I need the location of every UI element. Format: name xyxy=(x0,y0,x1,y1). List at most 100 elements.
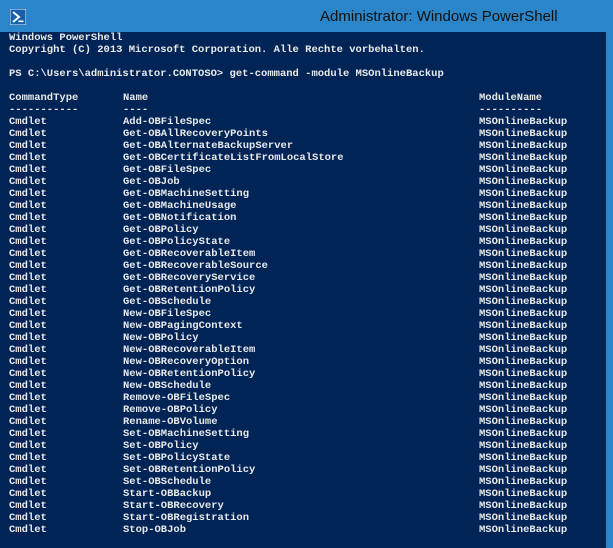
cell-name: Get-OBMachineUsage xyxy=(123,200,237,212)
cell-commandtype: Cmdlet xyxy=(9,428,47,440)
cell-modulename: MSOnlineBackup xyxy=(479,236,568,248)
cell-commandtype: Cmdlet xyxy=(9,464,47,476)
table-row: Cmdlet Set-OBPolicyState MSOnlineBackup xyxy=(0,452,606,464)
console-output[interactable]: Windows PowerShell Copyright (C) 2013 Mi… xyxy=(0,32,606,548)
cell-name: New-OBFileSpec xyxy=(123,308,212,320)
cell-modulename: MSOnlineBackup xyxy=(479,392,568,404)
table-row: Cmdlet Set-OBPolicy MSOnlineBackup xyxy=(0,440,606,452)
cell-modulename: MSOnlineBackup xyxy=(479,176,568,188)
separator-name: ---- xyxy=(123,104,149,116)
cell-modulename: MSOnlineBackup xyxy=(479,224,568,236)
cell-modulename: MSOnlineBackup xyxy=(479,380,568,392)
cell-commandtype: Cmdlet xyxy=(9,404,47,416)
cell-modulename: MSOnlineBackup xyxy=(479,272,568,284)
table-row: Cmdlet Get-OBRecoverableSource MSOnlineBac… xyxy=(0,260,606,272)
cell-modulename: MSOnlineBackup xyxy=(479,128,568,140)
table-row: Cmdlet Get-OBCertificateListFromLocalStor… xyxy=(0,152,606,164)
table-row: Cmdlet New-OBPagingContext MSOnlineBackup xyxy=(0,320,606,332)
cell-commandtype: Cmdlet xyxy=(9,116,47,128)
table-row: Cmdlet Get-OBMachineUsage MSOnlineBackup xyxy=(0,200,606,212)
cell-name: New-OBRecoverableItem xyxy=(123,344,256,356)
cell-commandtype: Cmdlet xyxy=(9,344,47,356)
table-row: Cmdlet Start-OBBackup MSOnlineBackup xyxy=(0,488,606,500)
table-row: Cmdlet Set-OBSchedule MSOnlineBackup xyxy=(0,476,606,488)
table-row: Cmdlet Remove-OBPolicy MSOnlineBackup xyxy=(0,404,606,416)
cell-name: New-OBSchedule xyxy=(123,380,212,392)
cell-commandtype: Cmdlet xyxy=(9,188,47,200)
table-row: Cmdlet Get-OBRecoveryService MSOnlineBacku… xyxy=(0,272,606,284)
cell-modulename: MSOnlineBackup xyxy=(479,284,568,296)
table-row: Cmdlet Get-OBAlternateBackupServer MSOnlin… xyxy=(0,140,606,152)
window-title: Administrator: Windows PowerShell xyxy=(320,8,558,25)
table-row: Cmdlet Start-OBRecovery MSOnlineBackup xyxy=(0,500,606,512)
cell-name: New-OBPolicy xyxy=(123,332,199,344)
cell-name: Set-OBSchedule xyxy=(123,476,212,488)
cell-name: Get-OBPolicyState xyxy=(123,236,231,248)
title-bar[interactable]: Administrator: Windows PowerShell xyxy=(0,0,613,32)
table-row: Cmdlet New-OBPolicy MSOnlineBackup xyxy=(0,332,606,344)
table-header-row: CommandType Name ModuleName xyxy=(0,92,606,104)
cell-modulename: MSOnlineBackup xyxy=(479,140,568,152)
prompt-line: PS C:\Users\administrator.CONTOSO> get-c… xyxy=(9,68,444,80)
cell-modulename: MSOnlineBackup xyxy=(479,404,568,416)
cell-modulename: MSOnlineBackup xyxy=(479,116,568,128)
cell-modulename: MSOnlineBackup xyxy=(479,368,568,380)
cell-modulename: MSOnlineBackup xyxy=(479,308,568,320)
cell-modulename: MSOnlineBackup xyxy=(479,488,568,500)
table-row: Cmdlet Set-OBRetentionPolicy MSOnlineBacku… xyxy=(0,464,606,476)
cell-commandtype: Cmdlet xyxy=(9,356,47,368)
table-row: Cmdlet Get-OBAllRecoveryPoints MSOnlineBac… xyxy=(0,128,606,140)
cell-name: Get-OBPolicy xyxy=(123,224,199,236)
cell-commandtype: Cmdlet xyxy=(9,308,47,320)
table-row: Cmdlet Get-OBPolicyState MSOnlineBackup xyxy=(0,236,606,248)
powershell-window: Administrator: Windows PowerShell Window… xyxy=(0,0,613,548)
table-row: Cmdlet Set-OBMachineSetting MSOnlineBackup xyxy=(0,428,606,440)
table-row: Cmdlet Stop-OBJob MSOnlineBackup xyxy=(0,524,606,536)
cell-name: Get-OBSchedule xyxy=(123,296,212,308)
cell-commandtype: Cmdlet xyxy=(9,272,47,284)
separator-commandtype: ----------- xyxy=(9,104,79,116)
cell-modulename: MSOnlineBackup xyxy=(479,320,568,332)
header-modulename: ModuleName xyxy=(479,92,543,104)
cell-commandtype: Cmdlet xyxy=(9,380,47,392)
cell-modulename: MSOnlineBackup xyxy=(479,476,568,488)
separator-modulename: ---------- xyxy=(479,104,543,116)
cell-modulename: MSOnlineBackup xyxy=(479,356,568,368)
cell-name: Get-OBMachineSetting xyxy=(123,188,250,200)
cell-modulename: MSOnlineBackup xyxy=(479,296,568,308)
cell-name: Get-OBAllRecoveryPoints xyxy=(123,128,268,140)
cell-modulename: MSOnlineBackup xyxy=(479,164,568,176)
cell-name: Get-OBRecoveryService xyxy=(123,272,256,284)
powershell-icon[interactable] xyxy=(10,9,26,25)
cell-modulename: MSOnlineBackup xyxy=(479,440,568,452)
cell-name: Get-OBAlternateBackupServer xyxy=(123,140,294,152)
cell-commandtype: Cmdlet xyxy=(9,284,47,296)
table-row: Cmdlet Get-OBSchedule MSOnlineBackup xyxy=(0,296,606,308)
cell-commandtype: Cmdlet xyxy=(9,452,47,464)
cell-commandtype: Cmdlet xyxy=(9,500,47,512)
cell-modulename: MSOnlineBackup xyxy=(479,512,568,524)
cell-name: New-OBRecoveryOption xyxy=(123,356,250,368)
cell-commandtype: Cmdlet xyxy=(9,236,47,248)
cell-name: Set-OBPolicy xyxy=(123,440,199,452)
cell-name: Set-OBPolicyState xyxy=(123,452,231,464)
cell-commandtype: Cmdlet xyxy=(9,176,47,188)
cell-name: Set-OBRetentionPolicy xyxy=(123,464,256,476)
cell-commandtype: Cmdlet xyxy=(9,488,47,500)
cell-commandtype: Cmdlet xyxy=(9,200,47,212)
table-row: Cmdlet New-OBRetentionPolicy MSOnlineBacku… xyxy=(0,368,606,380)
cell-commandtype: Cmdlet xyxy=(9,140,47,152)
table-row: Cmdlet New-OBFileSpec MSOnlineBackup xyxy=(0,308,606,320)
cell-commandtype: Cmdlet xyxy=(9,212,47,224)
cell-modulename: MSOnlineBackup xyxy=(479,416,568,428)
cell-name: Add-OBFileSpec xyxy=(123,116,212,128)
table-row: Cmdlet New-OBSchedule MSOnlineBackup xyxy=(0,380,606,392)
cell-name: Get-OBFileSpec xyxy=(123,164,212,176)
cell-name: Stop-OBJob xyxy=(123,524,187,536)
table-row: Cmdlet Get-OBPolicy MSOnlineBackup xyxy=(0,224,606,236)
cell-name: Start-OBBackup xyxy=(123,488,212,500)
window-right-border xyxy=(606,32,613,548)
cell-modulename: MSOnlineBackup xyxy=(479,248,568,260)
cell-name: Get-OBRecoverableItem xyxy=(123,248,256,260)
cell-commandtype: Cmdlet xyxy=(9,416,47,428)
